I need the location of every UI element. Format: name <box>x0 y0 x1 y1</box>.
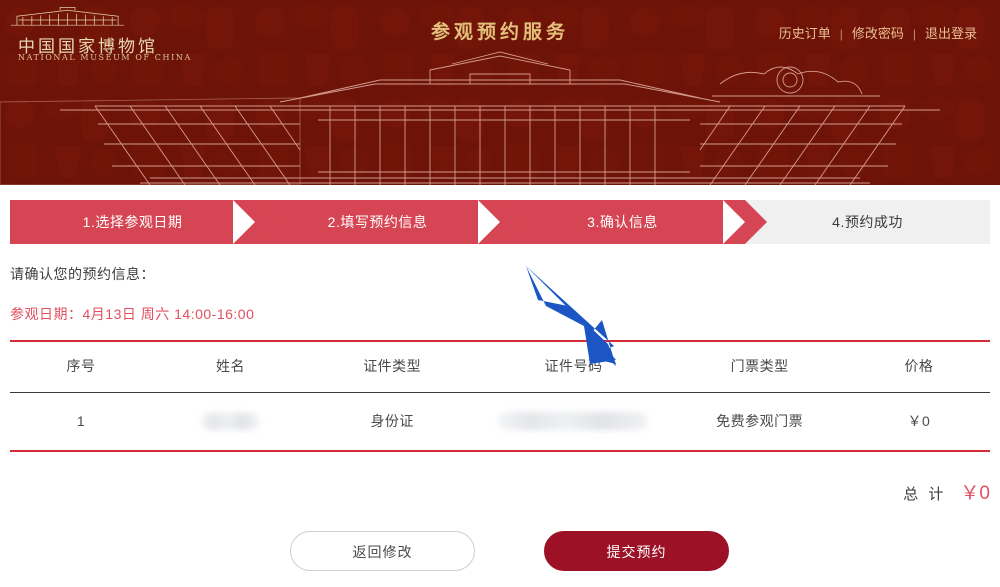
banner-nav: 历史订单 | 修改密码 | 退出登录 <box>770 23 986 42</box>
action-buttons: 返回修改 提交预约 <box>10 531 990 573</box>
header-id-number: 证件号码 <box>475 342 672 393</box>
cell-ticket-type: 免费参观门票 <box>716 413 804 429</box>
header-index: 序号 <box>10 342 153 393</box>
step-2-label: 2.填写预约信息 <box>327 214 428 230</box>
nav-link-change-password[interactable]: 修改密码 <box>843 26 913 41</box>
step-2-fill-info[interactable]: 2.填写预约信息 <box>255 200 522 244</box>
booking-table: 序号 姓名 证件类型 证件号码 门票类型 价格 1 身份证 免费参观门票 ￥0 <box>10 342 990 450</box>
logo-english-name: NATIONAL MUSEUM OF CHINA <box>18 53 192 62</box>
nav-link-history-orders[interactable]: 历史订单 <box>770 26 840 41</box>
cell-id-number <box>475 393 671 451</box>
booking-table-wrapper: 序号 姓名 证件类型 证件号码 门票类型 价格 1 身份证 免费参观门票 ￥0 <box>10 340 990 452</box>
confirm-instruction: 请确认您的预约信息： <box>10 266 155 282</box>
step-progress-bar: 1.选择参观日期 2.填写预约信息 3.确认信息 4.预约成功 <box>10 200 990 244</box>
step-4-booking-success: 4.预约成功 <box>745 200 990 244</box>
cell-price: ￥0 <box>907 413 931 429</box>
step-1-arrow-icon <box>255 200 277 244</box>
step-4-label: 4.预约成功 <box>832 214 903 230</box>
step-3-notch-icon <box>723 200 745 244</box>
step-3-confirm-info[interactable]: 3.确认信息 <box>500 200 767 244</box>
header-id-type: 证件类型 <box>308 342 476 393</box>
back-to-edit-button[interactable]: 返回修改 <box>290 531 475 571</box>
step-3-label: 3.确认信息 <box>587 214 658 230</box>
cell-id-type: 身份证 <box>370 413 414 429</box>
step-3-arrow-icon <box>745 200 767 244</box>
main-content: 请确认您的预约信息： 参观日期：4月13日 周六 14:00-16:00 序号 … <box>10 264 990 573</box>
header-price: 价格 <box>847 342 990 393</box>
step-1-notch-icon <box>233 200 255 244</box>
table-row: 1 身份证 免费参观门票 ￥0 <box>10 393 990 451</box>
step-1-label: 1.选择参观日期 <box>82 214 183 230</box>
nav-link-logout[interactable]: 退出登录 <box>916 26 986 41</box>
header-ticket-type: 门票类型 <box>671 342 848 393</box>
step-2-notch-icon <box>478 200 500 244</box>
step-2-arrow-icon <box>500 200 522 244</box>
total-amount: ￥0 <box>960 483 990 504</box>
masked-name-value <box>201 412 260 430</box>
cell-index: 1 <box>76 413 86 429</box>
header-name: 姓名 <box>152 342 309 393</box>
visit-date-text: 参观日期：4月13日 周六 14:00-16:00 <box>10 306 255 322</box>
site-banner: 中国国家博物馆 NATIONAL MUSEUM OF CHINA 参观预约服务 … <box>0 0 1000 185</box>
total-row: 总 计 ￥0 <box>10 478 990 505</box>
table-header-row: 序号 姓名 证件类型 证件号码 门票类型 价格 <box>10 342 990 393</box>
masked-id-number-value <box>498 412 649 431</box>
step-1-select-date[interactable]: 1.选择参观日期 <box>10 200 277 244</box>
cell-name <box>152 393 309 451</box>
submit-booking-button[interactable]: 提交预约 <box>544 531 729 571</box>
total-label: 总 计 <box>903 486 947 503</box>
